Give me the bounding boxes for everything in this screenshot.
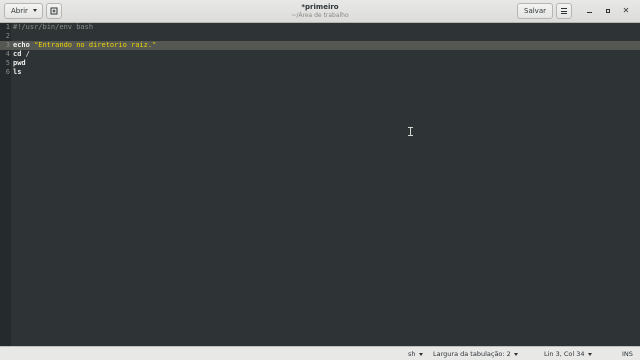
window-subtitle: ~/Área de trabalho xyxy=(291,12,349,19)
status-bar: sh Largura da tabulação: 2 Lin 3, Col 34… xyxy=(0,346,640,360)
line-number: 4 xyxy=(5,50,10,58)
code-token: echo xyxy=(13,41,30,49)
code-line[interactable]: 3 echo "Entrando no diretorio raiz." xyxy=(0,41,640,50)
line-content: #!/usr/bin/env bash xyxy=(13,23,93,32)
code-token: / xyxy=(21,50,30,58)
code-token: "Entrando no diretorio raiz." xyxy=(34,41,157,49)
tab-width-selector[interactable]: Largura da tabulação: 2 xyxy=(433,349,518,359)
insert-mode-indicator[interactable]: INS xyxy=(622,349,633,359)
cursor-position-label: Lin 3, Col 34 xyxy=(544,350,585,358)
code-line[interactable]: 6 ls xyxy=(0,68,640,77)
new-tab-button[interactable] xyxy=(46,3,62,19)
save-button[interactable]: Salvar xyxy=(517,3,553,19)
line-number: 5 xyxy=(5,59,10,67)
chevron-down-icon xyxy=(33,9,37,12)
line-number: 2 xyxy=(5,32,10,40)
code-token: ls xyxy=(13,68,22,76)
line-content: pwd xyxy=(13,59,26,68)
code-token: pwd xyxy=(13,59,26,67)
window-title: *primeiro xyxy=(301,3,339,11)
line-number: 6 xyxy=(5,68,10,76)
menu-button[interactable] xyxy=(556,3,572,19)
code-line[interactable]: 2 xyxy=(0,32,640,41)
close-icon: ✕ xyxy=(622,6,630,15)
text-editor-area[interactable]: 1 #!/usr/bin/env bash 2 3 echo "Entrando no … xyxy=(0,23,640,346)
language-selector[interactable]: sh xyxy=(408,349,423,359)
open-button-label: Abrir xyxy=(11,7,28,15)
close-button[interactable]: ✕ xyxy=(621,6,631,16)
maximize-icon xyxy=(606,9,610,13)
header-bar: Abrir *primeiro ~/Área de trabalho Salva… xyxy=(0,0,640,23)
line-content: cd / xyxy=(13,50,30,59)
line-content: echo "Entrando no diretorio raiz." xyxy=(13,41,156,50)
open-button[interactable]: Abrir xyxy=(4,3,43,19)
minimize-icon xyxy=(586,11,592,14)
language-label: sh xyxy=(408,350,416,358)
code-line[interactable]: 4 cd / xyxy=(0,50,640,59)
chevron-down-icon xyxy=(513,352,518,356)
new-document-icon xyxy=(50,7,58,15)
code-token: #!/usr/bin/env bash xyxy=(13,23,94,31)
line-number: 3 xyxy=(5,41,10,49)
chevron-down-icon xyxy=(587,352,592,356)
code-line[interactable]: 5 pwd xyxy=(0,59,640,68)
text-cursor-icon xyxy=(408,127,413,136)
minimize-button[interactable] xyxy=(584,6,594,16)
line-number: 1 xyxy=(5,23,10,31)
maximize-button[interactable] xyxy=(603,6,613,16)
hamburger-menu-icon xyxy=(561,8,567,14)
tab-width-label: Largura da tabulação: 2 xyxy=(433,350,511,358)
code-line[interactable]: 1 #!/usr/bin/env bash xyxy=(0,23,640,32)
line-content: ls xyxy=(13,68,21,77)
cursor-position-selector[interactable]: Lin 3, Col 34 xyxy=(544,349,592,359)
chevron-down-icon xyxy=(418,352,423,356)
